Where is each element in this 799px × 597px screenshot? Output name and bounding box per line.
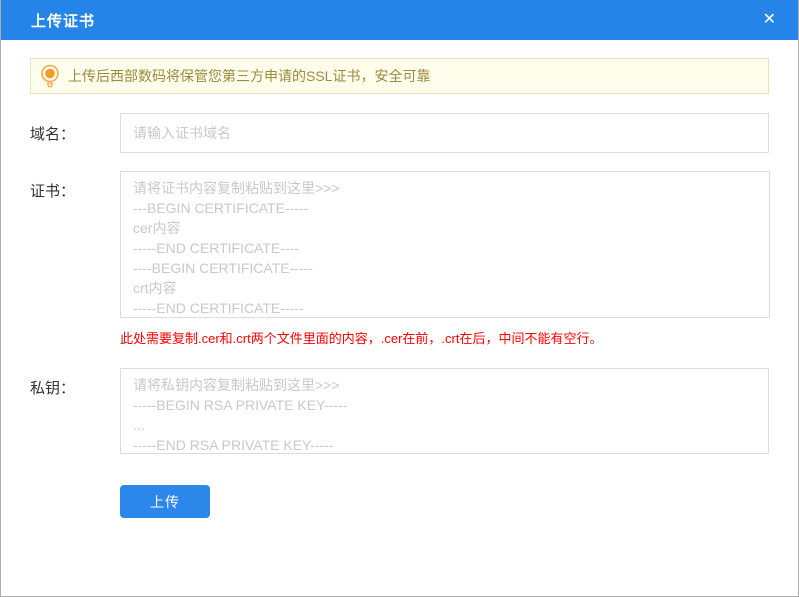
dialog-body: 上传后西部数码将保管您第三方申请的SSL证书，安全可靠 域名： 证书： 此处需要… [1, 58, 798, 518]
submit-row: 上传 [30, 485, 769, 518]
certificate-warning-note: 此处需要复制.cer和.crt两个文件里面的内容，.cer在前，.crt在后，中… [120, 331, 603, 346]
dialog-header: 上传证书 ✕ [1, 0, 798, 40]
domain-input[interactable] [120, 113, 769, 153]
dialog-title: 上传证书 [31, 12, 96, 30]
close-icon[interactable]: ✕ [763, 12, 776, 28]
upload-button[interactable]: 上传 [120, 485, 210, 518]
certificate-row: 证书： 此处需要复制.cer和.crt两个文件里面的内容，.cer在前，.crt… [30, 171, 770, 347]
certificate-textarea[interactable] [120, 171, 770, 318]
private-key-textarea[interactable] [120, 368, 769, 454]
certificate-label: 证书： [30, 183, 76, 200]
certificate-field: 此处需要复制.cer和.crt两个文件里面的内容，.cer在前，.crt在后，中… [120, 171, 770, 347]
notice-banner: 上传后西部数码将保管您第三方申请的SSL证书，安全可靠 [30, 58, 769, 94]
upload-certificate-dialog: 上传证书 ✕ 上传后西部数码将保管您第三方申请的SSL证书，安全可靠 域名： 证… [0, 0, 799, 597]
domain-row: 域名： [30, 113, 769, 153]
private-key-row: 私钥： [30, 368, 769, 454]
notice-text: 上传后西部数码将保管您第三方申请的SSL证书，安全可靠 [68, 68, 431, 84]
domain-label: 域名： [30, 125, 76, 143]
lightbulb-icon [40, 64, 60, 89]
private-key-label: 私钥： [30, 380, 76, 397]
